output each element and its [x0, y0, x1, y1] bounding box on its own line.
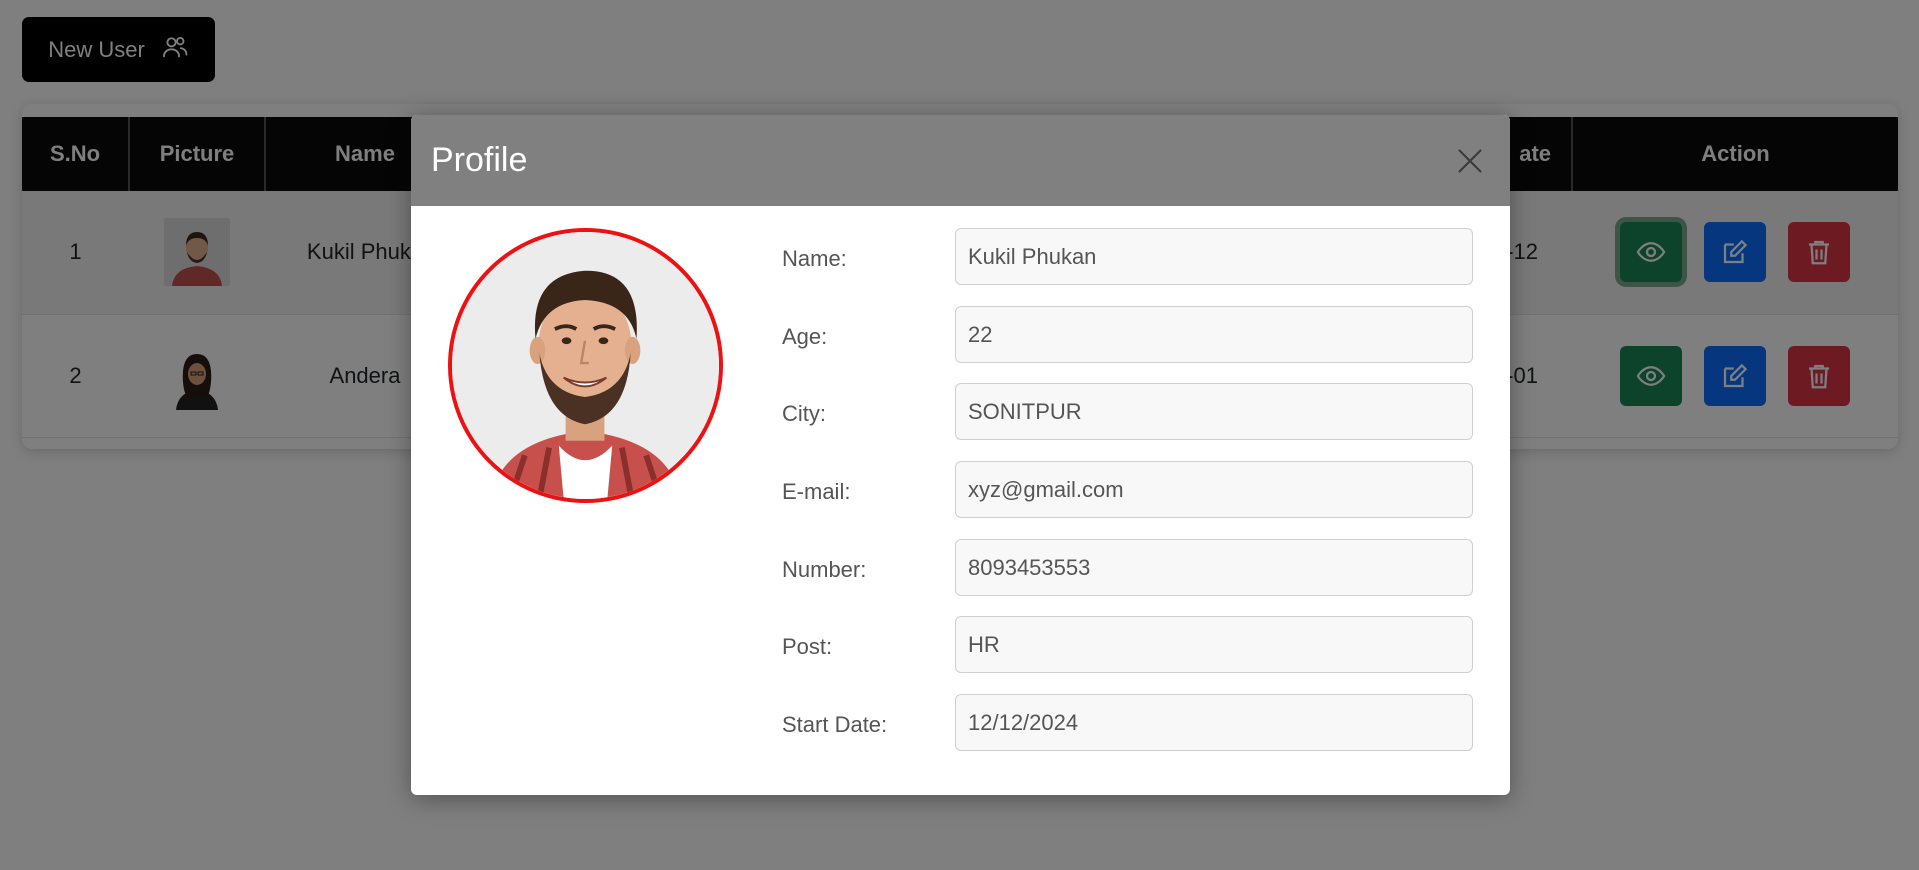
city-field[interactable]	[955, 383, 1473, 440]
field-label-name: Name:	[782, 246, 847, 271]
field-label-start-date: Start Date:	[782, 712, 888, 737]
field-label-city: City:	[782, 401, 826, 426]
close-icon	[1458, 148, 1482, 173]
modal-header: Profile	[411, 115, 1510, 206]
field-label-number: Number:	[782, 557, 867, 582]
age-field[interactable]	[955, 306, 1473, 363]
start-date-field[interactable]	[955, 694, 1473, 751]
post-field[interactable]	[955, 616, 1473, 673]
email-field[interactable]	[955, 461, 1473, 518]
profile-modal: Profile Name: Kukil Phukan Age: 22 City:…	[411, 115, 1510, 795]
close-button[interactable]	[1450, 141, 1490, 181]
number-field[interactable]	[955, 539, 1473, 596]
modal-title: Profile	[431, 141, 528, 179]
profile-avatar	[448, 228, 723, 503]
field-label-post: Post:	[782, 634, 833, 659]
name-field[interactable]	[955, 228, 1473, 285]
field-label-age: Age:	[782, 324, 828, 349]
field-label-email: E-mail:	[782, 479, 851, 504]
